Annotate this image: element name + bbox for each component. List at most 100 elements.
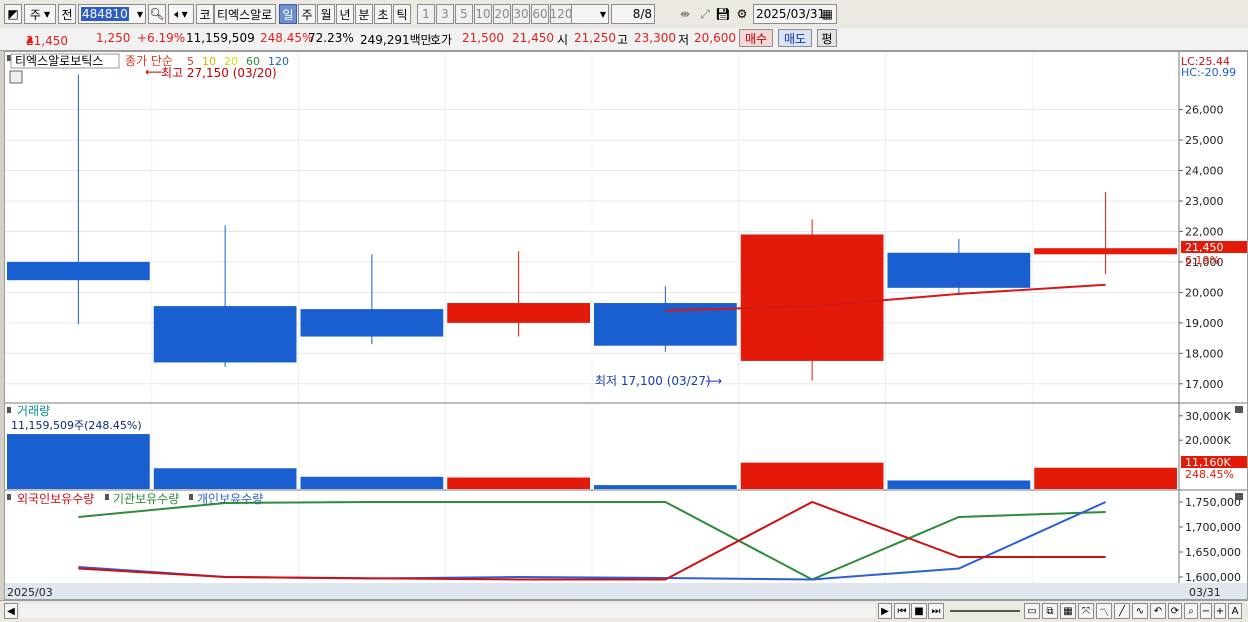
- interval-button-0[interactable]: 1: [417, 4, 435, 24]
- compress-icon[interactable]: ⇼: [676, 4, 694, 24]
- chevron-down-icon[interactable]: ▼: [137, 10, 143, 19]
- panel-marker-icon: [7, 494, 11, 500]
- refresh-icon[interactable]: ⟳: [1168, 603, 1182, 619]
- period-toggle-label: 주: [29, 7, 41, 22]
- candle-body[interactable]: [153, 306, 297, 363]
- interval-button-4[interactable]: 20: [493, 4, 511, 24]
- hoga-label: 호가: [430, 33, 453, 47]
- candle-body[interactable]: [7, 261, 150, 281]
- y-tick-label: 25,000: [1185, 134, 1224, 147]
- period-button-6[interactable]: 틱: [393, 4, 411, 24]
- volume-bar[interactable]: [594, 485, 737, 489]
- interval-button-3[interactable]: 10: [474, 4, 492, 24]
- period-button-5[interactable]: 초: [374, 4, 392, 24]
- top-toolbar: ◩ 주 ▼ 전 484810 ▼ 🔍︎ 🔈︎▾ 코 티엑스알로 일주월년분초틱 13…: [0, 0, 1248, 29]
- y-tick-label: 18,000: [1185, 347, 1224, 360]
- trend-icon[interactable]: 〽: [1096, 603, 1112, 619]
- period-button-0[interactable]: 일: [279, 4, 297, 24]
- volume-bar[interactable]: [153, 468, 297, 489]
- avg-button[interactable]: 평: [817, 29, 837, 47]
- candle-body[interactable]: [300, 309, 444, 337]
- zoom-out-icon[interactable]: −: [1200, 603, 1212, 619]
- date-field[interactable]: 2025/03/31 ▦: [753, 4, 837, 24]
- scroll-left-icon[interactable]: ◀: [4, 603, 18, 619]
- stock-name-field[interactable]: 티엑스알로: [214, 4, 276, 24]
- stop-icon[interactable]: ■: [911, 603, 927, 619]
- volume-bar[interactable]: [447, 477, 590, 489]
- stock-title: 티엑스알로보틱스: [15, 54, 103, 68]
- period-button-4[interactable]: 분: [355, 4, 373, 24]
- buy-button[interactable]: 매수: [739, 29, 773, 47]
- sell-button[interactable]: 매도: [778, 29, 812, 47]
- candle-body[interactable]: [740, 234, 884, 361]
- volume-bar[interactable]: [887, 480, 1031, 489]
- period-button-2[interactable]: 월: [317, 4, 335, 24]
- prev-button[interactable]: 전: [58, 4, 76, 24]
- chart-canvas[interactable]: 티엑스알로보틱스 종가 단순 5 10 20 60 120 ⟵ 최고 27,150 (0…: [5, 52, 1248, 600]
- max-note: 최고 27,150 (03/20): [161, 66, 277, 80]
- change-value: 1,250: [96, 31, 131, 45]
- candle-body[interactable]: [1034, 248, 1177, 255]
- scroll-track[interactable]: [20, 604, 875, 618]
- code-input[interactable]: 484810 ▼: [78, 4, 146, 24]
- undo-icon[interactable]: ↶: [1150, 603, 1166, 619]
- zoom-in-icon[interactable]: +: [1214, 603, 1226, 619]
- volume-bar[interactable]: [7, 434, 150, 489]
- code-text: 484810: [81, 7, 129, 21]
- min-note: 최저 17,100 (03/27): [595, 374, 711, 388]
- save-icon[interactable]: 💾︎: [714, 4, 732, 24]
- interval-button-2[interactable]: 5: [455, 4, 473, 24]
- holding-legend-item[interactable]: 외국인보유수량: [17, 492, 94, 506]
- wave-icon[interactable]: ∿: [1132, 603, 1148, 619]
- y-tick-label: 1,600,000: [1185, 571, 1241, 584]
- scroll-right-icon[interactable]: ▶: [878, 603, 892, 619]
- volume-ratio: 248.45%: [260, 31, 314, 45]
- panel-close-icon[interactable]: [1235, 493, 1243, 500]
- custom-interval-select[interactable]: ▼: [571, 4, 609, 24]
- search-icon[interactable]: 🔍︎: [148, 4, 166, 24]
- auto-scale-icon[interactable]: A: [1228, 603, 1242, 619]
- candle-body[interactable]: [887, 252, 1031, 288]
- line-tool-icon[interactable]: ╱: [1114, 603, 1130, 619]
- panel-close-icon[interactable]: [1235, 406, 1243, 413]
- y-tick-label: 17,000: [1185, 378, 1224, 391]
- crosshair-icon[interactable]: ⤧: [1078, 603, 1094, 619]
- candle-body[interactable]: [447, 303, 590, 323]
- window-menu-icon[interactable]: ◩: [4, 4, 22, 24]
- y-tick-label: 1,750,000: [1185, 496, 1241, 509]
- rewind-icon[interactable]: ⏮: [894, 603, 910, 619]
- calendar-grid-icon[interactable]: [9, 70, 23, 84]
- change-pct: +6.19%: [137, 31, 186, 45]
- holding-legend-item[interactable]: 기관보유수량: [113, 492, 179, 506]
- count-field[interactable]: 8/8: [611, 4, 655, 24]
- period-button-3[interactable]: 년: [336, 4, 354, 24]
- min-arrow-icon: ⟶: [705, 374, 722, 388]
- sound-icon[interactable]: 🔈︎▾: [168, 4, 194, 24]
- interval-button-1[interactable]: 3: [436, 4, 454, 24]
- interval-button-7[interactable]: 120: [550, 4, 572, 24]
- grid-icon[interactable]: ▦: [1060, 603, 1076, 619]
- volume-bar[interactable]: [740, 462, 884, 489]
- period-toggle[interactable]: 주 ▼: [24, 4, 56, 24]
- volume-bar[interactable]: [300, 476, 444, 489]
- copy-icon[interactable]: ⧉: [1042, 603, 1058, 619]
- panel-marker-icon: [105, 494, 109, 500]
- chart-area[interactable]: 티엑스알로보틱스 종가 단순 5 10 20 60 120 ⟵ 최고 27,150 (0…: [4, 51, 1248, 600]
- window-icon[interactable]: ▭: [1024, 603, 1040, 619]
- period-button-1[interactable]: 주: [298, 4, 316, 24]
- volume-bar[interactable]: [1034, 467, 1177, 489]
- zoom-out-search-icon[interactable]: ⌕: [1184, 603, 1198, 619]
- volume-info: 11,159,509주(248.45%): [11, 419, 142, 432]
- zoom-slider[interactable]: [950, 610, 1020, 612]
- expand-icon[interactable]: ⤢: [696, 4, 714, 24]
- chevron-down-icon: ▼: [599, 9, 606, 19]
- forward-icon[interactable]: ⏭: [928, 603, 944, 619]
- y-tick-label: 26,000: [1185, 104, 1224, 117]
- y-tick-label: 19,000: [1185, 317, 1224, 330]
- calendar-icon[interactable]: ▦: [822, 7, 833, 21]
- y-tick-label: 1,650,000: [1185, 546, 1241, 559]
- market-ko-button[interactable]: 코: [196, 4, 214, 24]
- interval-button-6[interactable]: 60: [531, 4, 549, 24]
- interval-button-5[interactable]: 30: [512, 4, 530, 24]
- gear-icon[interactable]: ⚙: [733, 4, 751, 24]
